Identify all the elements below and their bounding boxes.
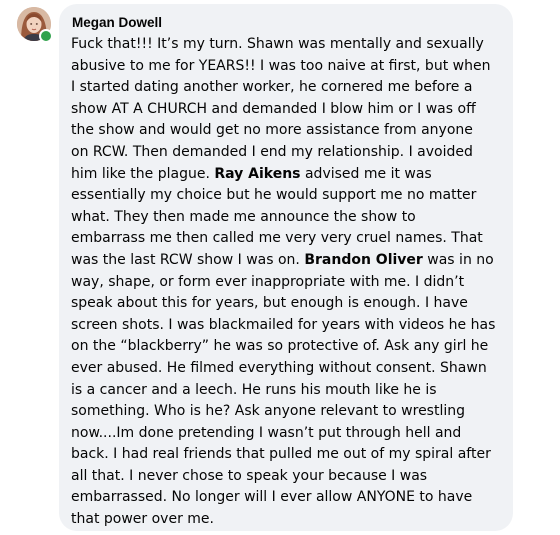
- comment-text-line: speak about this for years, but enough i…: [71, 293, 501, 315]
- comment-text-line: I started dating another worker, he corn…: [71, 77, 501, 99]
- comment-text-segment: on the “blackberry” he was so protective…: [71, 338, 489, 355]
- comment-text-segment: what. They then made me announce the sho…: [71, 208, 416, 225]
- comment-text-line: what. They then made me announce the sho…: [71, 207, 501, 229]
- comment-text-line: back. I had real friends that pulled me …: [71, 444, 501, 466]
- comment-text-line: now....Im done pretending I wasn’t put t…: [71, 423, 501, 445]
- comment-text-line: was the last RCW show I was on. Brandon …: [71, 250, 501, 272]
- comment-text-segment: something. Who is he? Ask anyone relevan…: [71, 403, 466, 420]
- comment-text-line: him like the plague. Ray Aikens advised …: [71, 164, 501, 186]
- comment-text-line: that power over me.: [71, 509, 501, 531]
- comment-text-line: abusive to me for YEARS!! I was too naiv…: [71, 56, 501, 78]
- comment-author[interactable]: Megan Dowell: [72, 14, 501, 31]
- comment-text-segment: embarrassed. No longer will I ever allow…: [71, 489, 473, 506]
- comment-text-segment: way, shape, or form ever inappropriate w…: [71, 273, 465, 290]
- comment-text-segment: speak about this for years, but enough i…: [71, 295, 468, 312]
- avatar[interactable]: [17, 7, 53, 43]
- comment-text-line: Fuck that!!! It’s my turn. Shawn was men…: [71, 34, 501, 56]
- comment-text-segment: advised me it was: [300, 165, 432, 182]
- comment-text-segment: back. I had real friends that pulled me …: [71, 446, 491, 463]
- comment-text-line: embarrass me then called me very very cr…: [71, 228, 501, 250]
- comment-text-line: on the “blackberry” he was so protective…: [71, 336, 501, 358]
- comment-text-segment: now....Im done pretending I wasn’t put t…: [71, 424, 462, 441]
- online-status-icon: [39, 29, 53, 43]
- comment-text-segment: Fuck that!!! It’s my turn. Shawn was men…: [71, 36, 484, 52]
- comment-text-segment: screen shots. I was blackmailed for year…: [71, 316, 496, 333]
- comment-text-segment: I started dating another worker, he corn…: [71, 79, 473, 96]
- comment: Megan Dowell Fuck that!!! It’s my turn. …: [0, 0, 560, 535]
- comment-text-segment: that power over me.: [71, 511, 214, 528]
- comment-text-line: screen shots. I was blackmailed for year…: [71, 315, 501, 337]
- comment-text-line: the show and would get no more assistanc…: [71, 120, 501, 142]
- comment-text-segment: was in no: [422, 251, 494, 268]
- comment-text-segment: the show and would get no more assistanc…: [71, 122, 473, 139]
- comment-text-line: something. Who is he? Ask anyone relevan…: [71, 401, 501, 423]
- comment-text-segment: on RCW. Then demanded I end my relations…: [71, 143, 473, 160]
- comment-bubble: Megan Dowell Fuck that!!! It’s my turn. …: [59, 4, 513, 531]
- comment-text-line: show AT A CHURCH and demanded I blow him…: [71, 99, 501, 121]
- mention-link[interactable]: Ray Aikens: [214, 166, 300, 182]
- comment-text-segment: ever abused. He filmed everything withou…: [71, 359, 487, 376]
- comment-text-line: embarrassed. No longer will I ever allow…: [71, 487, 501, 509]
- comment-text-segment: is a cancer and a leech. He runs his mou…: [71, 381, 437, 398]
- comment-text-line: on RCW. Then demanded I end my relations…: [71, 142, 501, 164]
- mention-link[interactable]: Brandon Oliver: [304, 252, 423, 268]
- comment-text-line: ever abused. He filmed everything withou…: [71, 358, 501, 380]
- comment-text-segment: embarrass me then called me very very cr…: [71, 230, 483, 247]
- comment-text-line: is a cancer and a leech. He runs his mou…: [71, 380, 501, 402]
- comment-text-segment: essentially my choice but he would suppo…: [71, 187, 477, 204]
- comment-text-segment: him like the plague.: [71, 165, 215, 182]
- comment-text: Fuck that!!! It’s my turn. Shawn was men…: [71, 34, 501, 531]
- comment-text-line: all that. I never chose to speak your be…: [71, 466, 501, 488]
- comment-text-segment: all that. I never chose to speak your be…: [71, 467, 428, 484]
- comment-text-segment: abusive to me for YEARS!! I was too naiv…: [71, 57, 491, 74]
- comment-text-line: essentially my choice but he would suppo…: [71, 185, 501, 207]
- comment-text-segment: was the last RCW show I was on.: [71, 251, 305, 268]
- comment-text-segment: show AT A CHURCH and demanded I blow him…: [71, 100, 476, 117]
- comment-text-line: way, shape, or form ever inappropriate w…: [71, 272, 501, 294]
